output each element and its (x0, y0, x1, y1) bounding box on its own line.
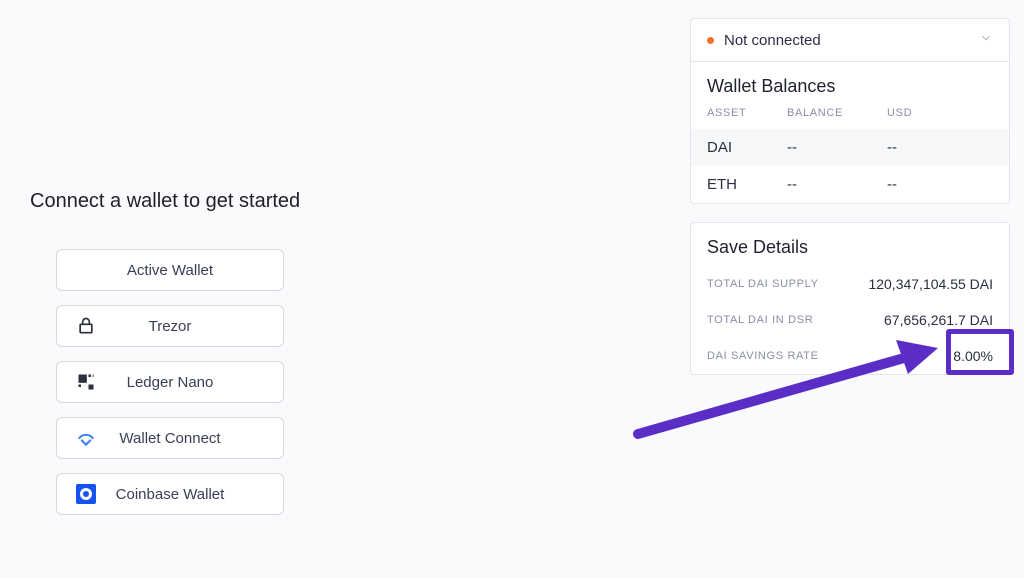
save-row-total-supply: TOTAL DAI SUPPLY 120,347,104.55 DAI (691, 266, 1009, 302)
save-row-value: 67,656,261.7 DAI (884, 312, 993, 328)
walletconnect-icon (75, 427, 97, 449)
cell-usd: -- (887, 139, 993, 156)
balance-row: DAI -- -- (691, 129, 1009, 166)
save-row-total-in-dsr: TOTAL DAI IN DSR 67,656,261.7 DAI (691, 302, 1009, 338)
save-row-savings-rate: DAI SAVINGS RATE 8.00% (691, 338, 1009, 374)
wallet-option-coinbase[interactable]: Coinbase Wallet (56, 473, 284, 515)
wallet-balances-title: Wallet Balances (691, 62, 1009, 103)
cell-asset: ETH (707, 176, 787, 193)
connection-status-row[interactable]: Not connected (691, 19, 1009, 61)
wallet-option-label: Coinbase Wallet (116, 486, 225, 503)
chevron-down-icon (979, 31, 993, 49)
cell-balance: -- (787, 176, 887, 193)
col-usd: USD (887, 107, 993, 119)
save-row-key: DAI SAVINGS RATE (707, 350, 819, 362)
wallet-options: Active Wallet Trezor (30, 249, 330, 515)
save-details-title: Save Details (691, 223, 1009, 266)
status-dot-icon (707, 37, 714, 44)
wallet-option-walletconnect[interactable]: Wallet Connect (56, 417, 284, 459)
col-asset: ASSET (707, 107, 787, 119)
wallet-status-and-balances-card: Not connected Wallet Balances ASSET BALA… (690, 18, 1010, 204)
cell-asset: DAI (707, 139, 787, 156)
save-row-value: 8.00% (953, 348, 993, 364)
save-details-card: Save Details TOTAL DAI SUPPLY 120,347,10… (690, 222, 1010, 375)
connect-heading: Connect a wallet to get started (30, 190, 330, 213)
cell-usd: -- (887, 176, 993, 193)
wallet-balances-section: Wallet Balances ASSET BALANCE USD DAI --… (691, 61, 1009, 203)
balances-header-row: ASSET BALANCE USD (691, 103, 1009, 129)
save-row-key: TOTAL DAI IN DSR (707, 314, 813, 326)
balance-row: ETH -- -- (691, 166, 1009, 203)
save-row-key: TOTAL DAI SUPPLY (707, 278, 819, 290)
wallet-option-ledger-nano[interactable]: Ledger Nano (56, 361, 284, 403)
wallet-option-label: Wallet Connect (119, 430, 220, 447)
wallet-option-label: Active Wallet (127, 262, 213, 279)
ledger-icon (75, 371, 97, 393)
wallet-option-active-wallet[interactable]: Active Wallet (56, 249, 284, 291)
lock-icon (75, 315, 97, 337)
save-row-value: 120,347,104.55 DAI (868, 276, 993, 292)
col-balance: BALANCE (787, 107, 887, 119)
wallet-option-label: Ledger Nano (127, 374, 214, 391)
wallet-option-label: Trezor (149, 318, 192, 335)
connect-wallet-panel: Connect a wallet to get started Active W… (30, 190, 330, 515)
connection-status-text: Not connected (724, 32, 821, 49)
wallet-option-trezor[interactable]: Trezor (56, 305, 284, 347)
coinbase-icon (75, 483, 97, 505)
cell-balance: -- (787, 139, 887, 156)
